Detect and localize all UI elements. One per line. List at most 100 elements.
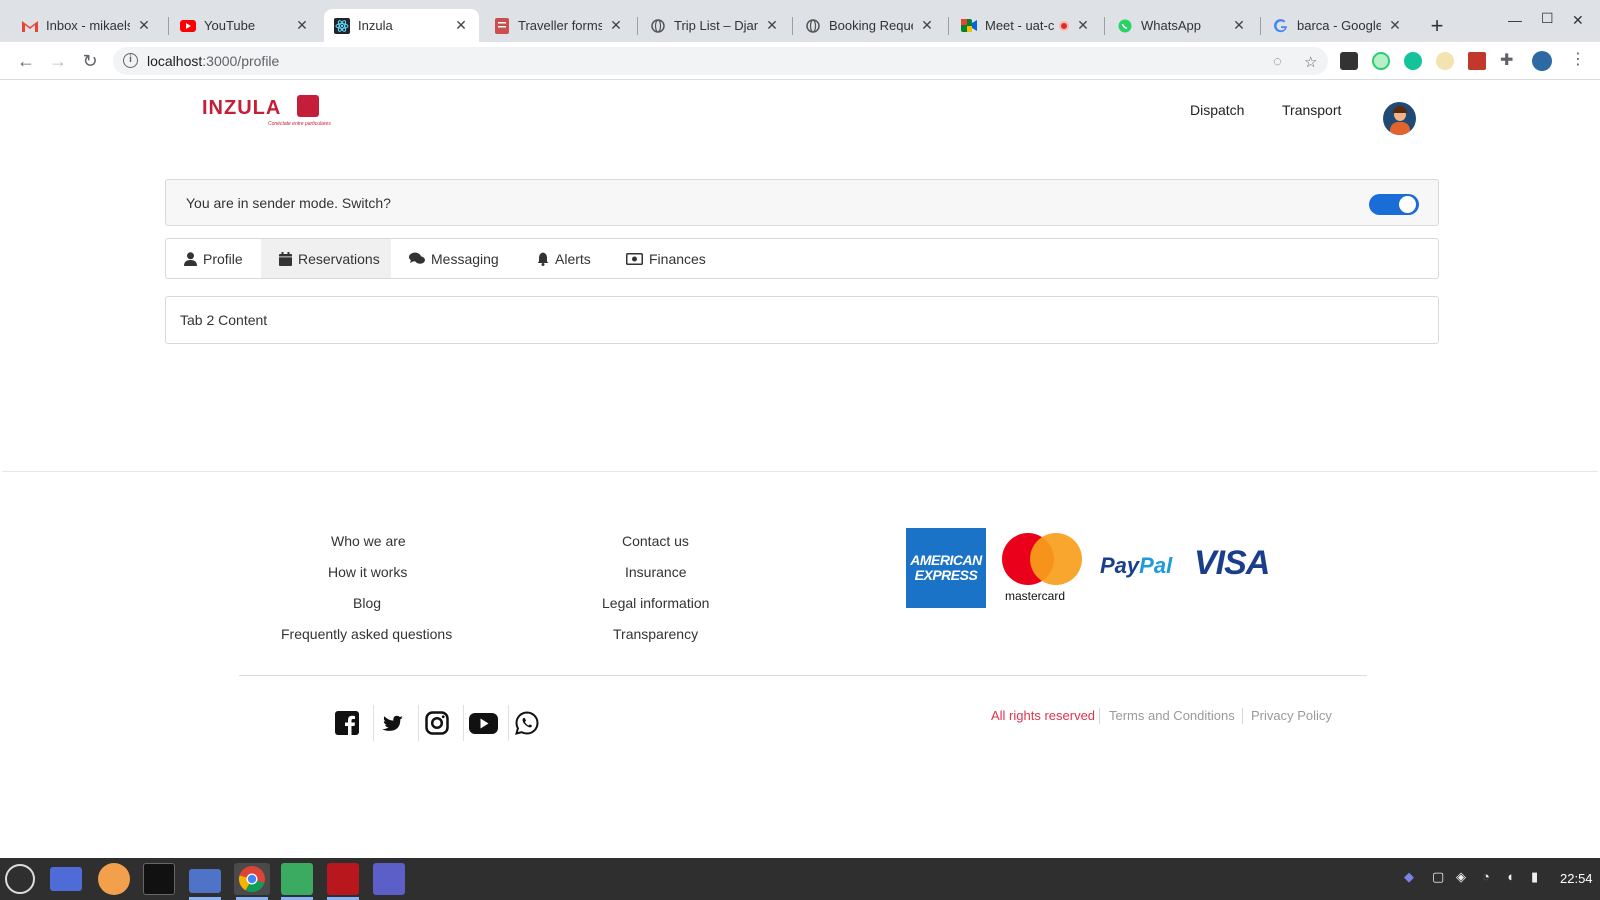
- url-text[interactable]: localhost:3000/profile: [147, 53, 279, 69]
- footer-link-insurance[interactable]: Insurance: [625, 564, 686, 580]
- close-tab-icon[interactable]: ✕: [1231, 17, 1247, 34]
- mint-menu-icon[interactable]: [5, 864, 35, 894]
- gmail-icon: [22, 18, 38, 34]
- grammarly-icon[interactable]: [1404, 52, 1422, 70]
- browser-tab-inzula[interactable]: Inzula ✕: [324, 9, 479, 42]
- wifi-icon[interactable]: ◔: [1482, 869, 1490, 884]
- extension-red-icon[interactable]: [1468, 52, 1486, 70]
- files-icon[interactable]: [189, 869, 221, 893]
- chrome-taskbar-icon[interactable]: [234, 863, 270, 895]
- atom-icon[interactable]: [281, 863, 313, 895]
- tab-alerts[interactable]: Alerts: [519, 239, 607, 278]
- facebook-icon[interactable]: [332, 709, 362, 737]
- site-info-icon[interactable]: i: [123, 53, 138, 68]
- browser-tab-meet[interactable]: Meet - uat-c ✕: [951, 9, 1101, 42]
- close-tab-icon[interactable]: ✕: [136, 17, 152, 34]
- maximize-icon[interactable]: ☐: [1541, 10, 1554, 27]
- whatsapp-icon[interactable]: [512, 709, 542, 737]
- calendar-icon: [279, 251, 292, 266]
- user-icon: [184, 251, 197, 266]
- sender-mode-bar: You are in sender mode. Switch?: [165, 179, 1439, 226]
- extension-green-icon[interactable]: [1372, 52, 1390, 70]
- mastercard-logo: mastercard: [1001, 533, 1083, 607]
- close-tab-icon[interactable]: ✕: [294, 17, 310, 34]
- react-icon: [334, 17, 350, 34]
- footer-link-how-it-works[interactable]: How it works: [328, 564, 407, 580]
- bell-icon: [537, 252, 549, 266]
- extensions-puzzle-icon[interactable]: ✚: [1500, 50, 1518, 69]
- forward-icon[interactable]: →: [47, 50, 69, 72]
- close-tab-icon[interactable]: ✕: [1075, 17, 1091, 34]
- footer-link-blog[interactable]: Blog: [353, 595, 381, 611]
- reload-icon[interactable]: ↻: [79, 50, 101, 72]
- browser-tab-strip: Inbox - mikaelsc ✕ YouTube ✕ Inzula ✕ Tr…: [0, 0, 1600, 42]
- new-tab-button[interactable]: +: [1426, 13, 1448, 39]
- tab-content-panel: Tab 2 Content: [165, 296, 1439, 344]
- twitter-icon[interactable]: [377, 709, 407, 737]
- page: INZULA Conéctate entre particulares Disp…: [2, 81, 1598, 858]
- clock[interactable]: 22:54: [1560, 871, 1593, 886]
- amex-logo: AMERICAN EXPRESS: [906, 528, 986, 608]
- profile-tabs: Profile Reservations Messaging Alerts Fi…: [165, 238, 1439, 279]
- eye-off-icon[interactable]: ◌: [1273, 53, 1282, 70]
- youtube-icon[interactable]: [468, 709, 498, 737]
- globe-icon: [650, 18, 666, 34]
- profile-avatar-icon[interactable]: [1532, 51, 1552, 71]
- close-tab-icon[interactable]: ✕: [1387, 17, 1403, 34]
- forms-icon: [494, 17, 510, 34]
- browser-menu-icon[interactable]: ⋮: [1570, 49, 1588, 68]
- footer-link-legal-information[interactable]: Legal information: [602, 595, 709, 611]
- tab-reservations[interactable]: Reservations: [261, 239, 391, 278]
- user-avatar[interactable]: [1383, 102, 1416, 135]
- footer-link-transparency[interactable]: Transparency: [613, 626, 698, 642]
- terminal-icon[interactable]: [143, 863, 175, 895]
- back-icon[interactable]: ←: [15, 50, 37, 72]
- instagram-icon[interactable]: [422, 709, 452, 737]
- browser-tab-booking-request[interactable]: Booking Reque ✕: [795, 9, 945, 42]
- tab-messaging[interactable]: Messaging: [391, 239, 515, 278]
- mode-switch-toggle[interactable]: [1369, 194, 1419, 215]
- footer-rule: [239, 675, 1367, 676]
- minimize-icon[interactable]: —: [1508, 12, 1522, 28]
- tab-content-text: Tab 2 Content: [180, 312, 268, 328]
- close-tab-icon[interactable]: ✕: [764, 17, 780, 34]
- close-tab-icon[interactable]: ✕: [608, 17, 624, 34]
- firefox-icon[interactable]: [98, 863, 130, 895]
- recording-icon: [1059, 20, 1069, 31]
- footer-divider: [2, 471, 1598, 472]
- browser-tab-traveller-forms[interactable]: Traveller forms ✕: [484, 9, 634, 42]
- privacy-policy-link[interactable]: Privacy Policy: [1251, 708, 1332, 723]
- address-bar[interactable]: i localhost:3000/profile ◌ ☆: [113, 47, 1328, 75]
- meet-icon: [961, 18, 977, 34]
- teams-icon[interactable]: [373, 863, 405, 895]
- browser-tab-trip-list[interactable]: Trip List – Djang ✕: [640, 9, 790, 42]
- star-icon[interactable]: ☆: [1304, 53, 1317, 71]
- terminal-red-icon[interactable]: [327, 863, 359, 895]
- battery-icon[interactable]: ▮: [1531, 869, 1538, 885]
- inzula-logo[interactable]: INZULA Conéctate entre particulares: [202, 95, 331, 127]
- terms-link[interactable]: Terms and Conditions: [1109, 708, 1235, 723]
- close-tab-icon[interactable]: ✕: [453, 17, 469, 34]
- browser-tab-gmail[interactable]: Inbox - mikaelsc ✕: [12, 9, 162, 42]
- browser-tab-whatsapp[interactable]: WhatsApp ✕: [1107, 9, 1257, 42]
- nav-transport[interactable]: Transport: [1282, 102, 1341, 118]
- browser-tab-youtube[interactable]: YouTube ✕: [170, 9, 320, 42]
- extension-cube-icon[interactable]: [1340, 52, 1358, 70]
- extension-yellow-icon[interactable]: [1436, 52, 1454, 70]
- footer-link-who-we-are[interactable]: Who we are: [331, 533, 406, 549]
- globe-icon: [805, 18, 821, 34]
- browser-tab-google-search[interactable]: barca - Google ✕: [1263, 9, 1413, 42]
- shield-icon[interactable]: ◈: [1456, 869, 1466, 885]
- footer-link-contact-us[interactable]: Contact us: [622, 533, 689, 549]
- volume-icon[interactable]: ◖: [1506, 869, 1514, 884]
- nav-dispatch[interactable]: Dispatch: [1190, 102, 1244, 118]
- footer-link-faq[interactable]: Frequently asked questions: [281, 626, 452, 642]
- tab-profile[interactable]: Profile: [166, 239, 259, 278]
- clipboard-icon[interactable]: ▢: [1432, 869, 1444, 885]
- teams-tray-icon[interactable]: ◆: [1404, 869, 1414, 885]
- close-tab-icon[interactable]: ✕: [919, 17, 935, 34]
- close-window-icon[interactable]: ✕: [1572, 12, 1584, 29]
- all-rights-reserved: All rights reserved: [991, 708, 1096, 723]
- show-desktop-icon[interactable]: [50, 867, 82, 891]
- tab-finances[interactable]: Finances: [608, 239, 722, 278]
